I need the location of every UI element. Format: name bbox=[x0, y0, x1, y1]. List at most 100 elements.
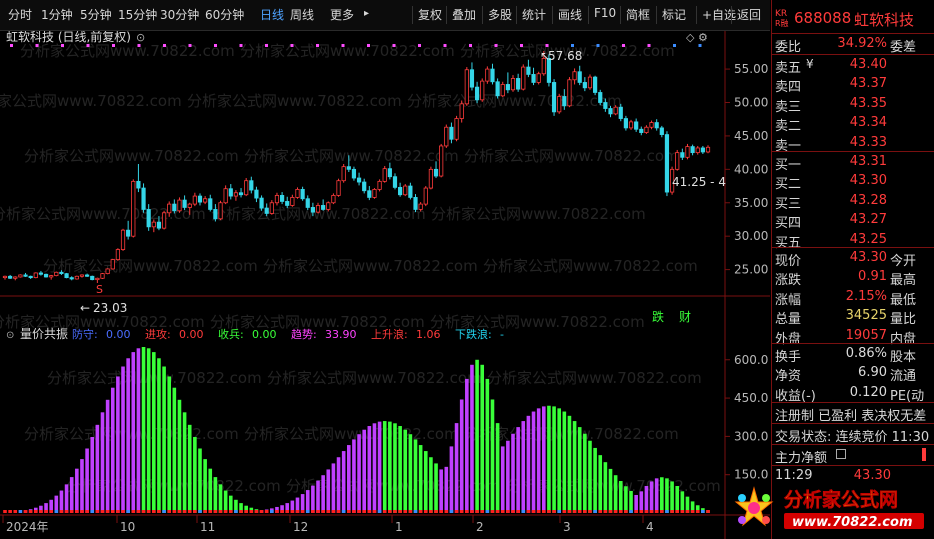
candle-body bbox=[664, 134, 670, 193]
stat-right-label: 最高 bbox=[890, 273, 917, 289]
ask-label: 卖五 bbox=[775, 61, 802, 76]
candle-body bbox=[408, 185, 413, 198]
period-tab-6[interactable]: 日线 bbox=[260, 6, 284, 23]
watermark-text: 分析家公式网www.70822.com bbox=[240, 42, 455, 60]
indicator-base-bar bbox=[649, 510, 654, 513]
list-icon[interactable] bbox=[836, 449, 846, 459]
watermark-text: 分析家公式网www.70822.com bbox=[483, 257, 698, 275]
period-tab-4[interactable]: 30分钟 bbox=[160, 6, 199, 23]
indicator-base-bar bbox=[598, 510, 603, 513]
indicator-bar bbox=[495, 423, 500, 513]
stat-value: 19057 bbox=[845, 327, 887, 343]
bid-price: 43.25 bbox=[849, 231, 887, 247]
candle-body bbox=[203, 198, 208, 203]
period-tab-7[interactable]: 周线 bbox=[290, 6, 314, 23]
indicator-base-bar bbox=[254, 510, 259, 513]
indicator-base-bar bbox=[506, 510, 510, 513]
stat-value: 2.15% bbox=[845, 288, 887, 304]
main-flow-label: 主力净额 bbox=[775, 451, 828, 466]
indicator-bar bbox=[213, 477, 218, 513]
candle-body bbox=[326, 202, 331, 210]
stock-header: KR R融 688088 虹软科技 bbox=[772, 5, 934, 35]
candle-body bbox=[269, 202, 274, 214]
cai-marker: 财 bbox=[679, 310, 691, 324]
indicator-base-bar bbox=[495, 510, 500, 513]
period-tab-0[interactable]: 分时 bbox=[8, 6, 32, 23]
indicator-base-bar bbox=[95, 510, 100, 513]
ask-row-3[interactable]: 卖二 43.34 bbox=[772, 113, 934, 134]
bid-row-0[interactable]: 买一 43.31 bbox=[772, 152, 934, 173]
period-tab-8[interactable]: 更多 bbox=[330, 6, 354, 23]
indicator-base-bar bbox=[665, 510, 669, 513]
toolbar-action-3[interactable]: 统计 bbox=[522, 6, 546, 23]
chart-title: 虹软科技 (日线,前复权) bbox=[6, 31, 131, 44]
candle-body bbox=[551, 82, 557, 113]
candle-body bbox=[439, 145, 444, 177]
ask-row-4[interactable]: 卖一 43.33 bbox=[772, 133, 934, 154]
indicator-bar bbox=[562, 411, 567, 513]
candle-body bbox=[172, 203, 177, 212]
indicator-bar bbox=[418, 445, 423, 513]
toolbar-action-1[interactable]: 叠加 bbox=[452, 6, 476, 23]
indicator-bar bbox=[362, 429, 366, 513]
toolbar-action-7[interactable]: 标记 bbox=[662, 6, 686, 23]
toolbar-action-4[interactable]: 画线 bbox=[558, 6, 582, 23]
bid-row-1[interactable]: 买二 43.30 bbox=[772, 171, 934, 192]
indicator-bar bbox=[516, 427, 520, 513]
stat2-row-2: 收益(-) 0.120 PE(动 bbox=[772, 383, 934, 404]
period-tab-5[interactable]: 60分钟 bbox=[205, 6, 244, 23]
chart-options-icon[interactable]: ⊙ bbox=[136, 31, 145, 44]
indicator-bar bbox=[105, 399, 110, 513]
trade-state-text: 交易状态: 连续竞价 11:30 bbox=[775, 430, 930, 445]
diamond-icon[interactable]: ◇ bbox=[686, 31, 695, 44]
ask-row-1[interactable]: 卖四 43.37 bbox=[772, 74, 934, 95]
ask-price: 43.37 bbox=[849, 76, 887, 92]
toolbar-action-6[interactable]: 简框 bbox=[626, 6, 650, 23]
indicator-base-bar bbox=[64, 510, 69, 513]
candle-body bbox=[444, 126, 449, 147]
chart-area[interactable]: 分析家公式网www.70822.com 分析家公式网www.70822.com 分析… bbox=[0, 31, 770, 539]
toolbar-action-0[interactable]: 复权 bbox=[418, 6, 442, 23]
indicator-base-bar bbox=[131, 510, 136, 513]
bid-row-2[interactable]: 买三 43.28 bbox=[772, 191, 934, 212]
candle-body bbox=[536, 73, 541, 83]
indicator-bar bbox=[624, 486, 628, 513]
candle-body bbox=[23, 274, 28, 277]
indicator-base-bar bbox=[270, 510, 274, 513]
bid-row-3[interactable]: 买四 43.27 bbox=[772, 210, 934, 231]
toolbar-action-2[interactable]: 多股 bbox=[488, 6, 512, 23]
toolbar-action-9[interactable]: 返回 bbox=[737, 6, 761, 23]
indicator-base-bar bbox=[541, 510, 546, 513]
stat-label: 涨幅 bbox=[775, 292, 802, 308]
indicator-base-bar bbox=[75, 510, 79, 513]
ask-row-2[interactable]: 卖三 43.35 bbox=[772, 94, 934, 115]
indicator-bar bbox=[423, 451, 428, 513]
period-tab-2[interactable]: 5分钟 bbox=[80, 6, 112, 23]
indicator-base-bar bbox=[654, 510, 659, 513]
stat-right-label: 量比 bbox=[890, 312, 917, 328]
signal-dot bbox=[392, 44, 396, 47]
signal-dot bbox=[698, 44, 702, 47]
toolbar-action-5[interactable]: F10 bbox=[594, 6, 616, 20]
indicator-bar bbox=[357, 434, 361, 513]
period-tab-1[interactable]: 1分钟 bbox=[41, 6, 73, 23]
indicator-base-bar bbox=[670, 510, 674, 513]
indicator-bar bbox=[80, 459, 84, 513]
price-tick-label: 25.00 bbox=[734, 263, 768, 277]
settings-gear-icon[interactable]: ⚙ bbox=[698, 31, 708, 44]
price-tick-label: 45.00 bbox=[734, 129, 768, 143]
indicator-base-bar bbox=[305, 510, 310, 513]
indicator-bar bbox=[526, 415, 531, 513]
indicator-base-bar bbox=[228, 510, 233, 513]
candle-body bbox=[13, 276, 18, 279]
indicator-bar bbox=[372, 423, 377, 513]
signal-dot bbox=[571, 44, 574, 47]
period-tab-3[interactable]: 15分钟 bbox=[118, 6, 157, 23]
ask-row-0[interactable]: 卖五 ¥43.40 bbox=[772, 55, 934, 76]
indicator-base-bar bbox=[316, 510, 320, 513]
stock-code: 688088 bbox=[794, 9, 852, 27]
more-arrow-icon[interactable]: ▸ bbox=[364, 8, 369, 19]
indicator-base-bar bbox=[423, 510, 428, 513]
indicator-base-bar bbox=[100, 510, 105, 513]
main-flow-row[interactable]: 主力净额 bbox=[772, 445, 934, 466]
